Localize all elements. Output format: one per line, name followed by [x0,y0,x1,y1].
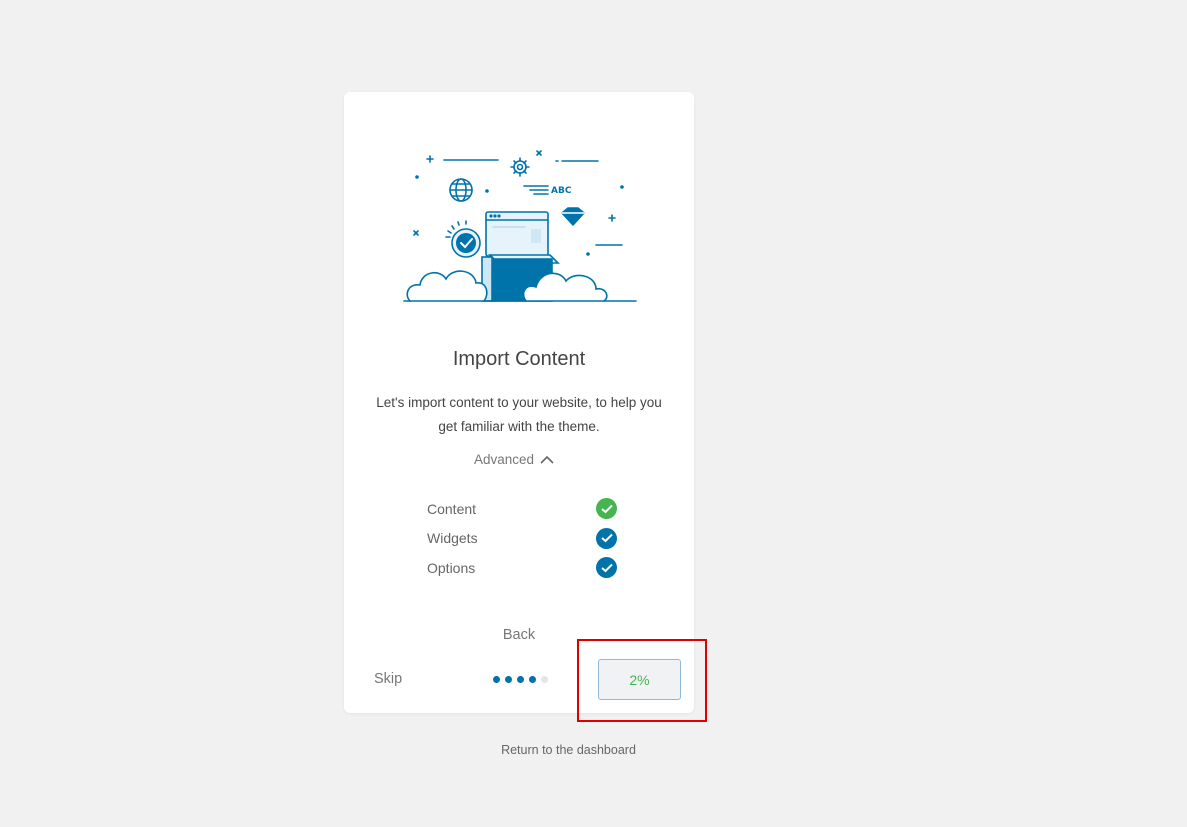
skip-button[interactable]: Skip [374,671,402,687]
option-widgets[interactable]: Widgets [427,524,617,554]
step-dot [541,676,548,683]
chevron-up-icon [540,455,554,464]
option-label: Widgets [427,530,478,547]
back-button[interactable]: Back [344,627,694,643]
import-progress-button[interactable]: 2% [598,659,681,700]
option-label: Options [427,559,476,576]
step-dot [493,676,500,683]
step-indicator [493,676,548,683]
option-label: Content [427,500,477,517]
step-dot [505,676,512,683]
step-dot [517,676,524,683]
return-to-dashboard-link[interactable]: Return to the dashboard [501,743,686,757]
checkbox-checked-icon[interactable] [596,527,617,549]
step-dot [529,676,536,683]
page-title: Import Content [452,348,586,370]
import-content-card: ABC Import Content Let's import content … [344,92,694,713]
advanced-label: Advanced [474,452,535,467]
svg-text:ABC: ABC [551,186,572,196]
check-done-icon [596,498,617,520]
checkbox-checked-icon[interactable] [596,557,617,579]
import-options-list: Content Widgets Options [427,494,617,583]
advanced-toggle[interactable]: Advanced [474,452,574,467]
import-illustration-icon: ABC [403,150,637,302]
description-text: Let's import content to your website, to… [376,395,662,434]
option-content[interactable]: Content [427,494,617,524]
option-options[interactable]: Options [427,553,617,583]
